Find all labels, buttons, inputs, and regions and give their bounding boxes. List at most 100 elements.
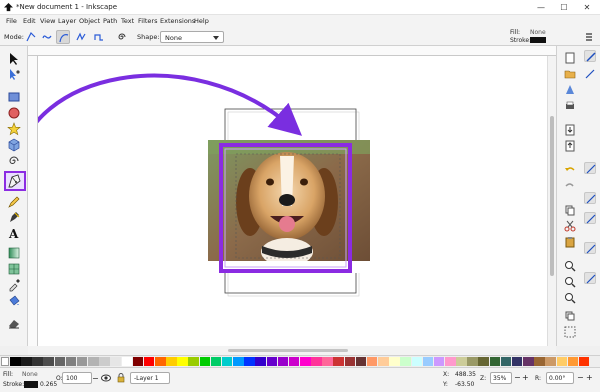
palette-swatch[interactable] — [534, 357, 545, 366]
path-effects-button[interactable] — [115, 30, 129, 44]
paraxial-mode-button[interactable] — [92, 30, 106, 44]
palette-swatch[interactable] — [467, 357, 478, 366]
menu-layer[interactable]: Layer — [58, 17, 76, 25]
palette-swatch[interactable] — [445, 357, 456, 366]
menu-text[interactable]: Text — [121, 17, 134, 25]
palette-swatch[interactable] — [177, 357, 188, 366]
undo-button[interactable] — [564, 164, 576, 176]
snap-centers-button[interactable] — [584, 242, 596, 254]
palette-swatch[interactable] — [422, 357, 434, 366]
gradient-tool[interactable] — [7, 246, 21, 260]
palette-swatch[interactable] — [233, 357, 244, 366]
rotate-cw-icon[interactable]: + — [586, 373, 593, 382]
zoom-in-icon[interactable]: + — [522, 373, 529, 382]
shape-dropdown[interactable]: None — [160, 31, 224, 43]
palette-swatch[interactable] — [266, 357, 278, 366]
commands-menu-button[interactable] — [582, 30, 596, 44]
palette-swatch[interactable] — [567, 357, 579, 366]
palette-swatch[interactable] — [511, 357, 523, 366]
3d-box-tool[interactable] — [7, 138, 21, 152]
menu-file[interactable]: File — [6, 17, 17, 25]
rotate-ccw-icon[interactable]: − — [577, 373, 584, 382]
ellipse-tool[interactable] — [7, 106, 21, 120]
palette-swatch[interactable] — [355, 357, 367, 366]
palette-swatch[interactable] — [155, 357, 166, 366]
regular-bezier-mode-button[interactable] — [24, 30, 38, 44]
mesh-tool[interactable] — [7, 262, 21, 276]
save-button[interactable] — [564, 84, 576, 96]
menu-extensions[interactable]: Extensions — [160, 17, 195, 25]
palette-swatch[interactable] — [411, 357, 423, 366]
drawing-canvas[interactable] — [16, 56, 547, 346]
paste-button[interactable] — [564, 236, 576, 248]
palette-swatch[interactable] — [143, 357, 155, 366]
palette-swatch[interactable] — [65, 357, 77, 366]
print-button[interactable] — [564, 100, 576, 112]
group-button[interactable] — [564, 326, 576, 338]
palette-swatch[interactable] — [378, 357, 389, 366]
palette-swatch[interactable] — [545, 357, 556, 366]
palette-swatch[interactable] — [344, 357, 356, 366]
palette-swatch[interactable] — [199, 357, 211, 366]
bezier-pen-tool[interactable] — [4, 171, 26, 191]
opacity-spinbox[interactable]: 100 — [62, 372, 92, 384]
palette-swatch[interactable] — [54, 357, 66, 366]
palette-swatch[interactable] — [333, 357, 344, 366]
cut-button[interactable] — [564, 220, 576, 232]
palette-swatch[interactable] — [210, 357, 222, 366]
palette-swatch[interactable] — [277, 357, 289, 366]
palette-swatch[interactable] — [32, 357, 43, 366]
palette-swatch[interactable] — [433, 357, 445, 366]
snap-toggle-button[interactable] — [584, 50, 596, 62]
minimize-button[interactable]: — — [530, 1, 552, 14]
palette-swatch[interactable] — [21, 357, 32, 366]
spiro-mode-button[interactable] — [40, 30, 54, 44]
menu-filters[interactable]: Filters — [138, 17, 157, 25]
lock-icon[interactable] — [117, 373, 125, 383]
eraser-tool[interactable] — [7, 316, 21, 330]
palette-swatch[interactable] — [523, 357, 534, 366]
palette-swatch[interactable] — [76, 357, 88, 366]
palette-swatch[interactable] — [311, 357, 322, 366]
paint-bucket-tool[interactable] — [7, 294, 21, 308]
bspline-mode-button[interactable] — [56, 30, 70, 44]
vertical-scroll-thumb[interactable] — [550, 116, 554, 276]
horizontal-scrollbar[interactable] — [28, 346, 556, 355]
eye-icon[interactable] — [101, 374, 111, 382]
palette-swatch[interactable] — [288, 357, 300, 366]
palette-swatch[interactable] — [255, 357, 266, 366]
palette-swatch[interactable] — [188, 357, 199, 366]
zoom-selection-button[interactable] — [564, 260, 576, 272]
calligraphy-tool[interactable] — [7, 210, 21, 224]
snap-paths-button[interactable] — [584, 192, 596, 204]
fill-stroke-indicator[interactable]: Fill: None Stroke: — [510, 29, 570, 45]
palette-swatch[interactable] — [10, 357, 21, 366]
palette-swatch[interactable] — [166, 357, 177, 366]
palette-swatch[interactable] — [322, 357, 333, 366]
status-stroke-width[interactable]: 0.265 — [40, 381, 57, 388]
palette-swatch[interactable] — [132, 357, 144, 366]
zoom-spinbox[interactable]: 35% — [490, 372, 512, 384]
menu-help[interactable]: Help — [194, 17, 209, 25]
dropper-tool[interactable] — [7, 278, 21, 292]
text-tool[interactable]: A — [7, 226, 21, 240]
redo-button[interactable] — [564, 180, 576, 192]
new-document-button[interactable] — [564, 52, 576, 64]
no-paint-swatch[interactable] — [1, 357, 9, 366]
zigzag-mode-button[interactable] — [74, 30, 88, 44]
duplicate-button[interactable] — [564, 310, 576, 322]
zoom-out-icon[interactable]: − — [514, 373, 521, 382]
pencil-tool[interactable] — [7, 195, 21, 209]
rotation-spinbox[interactable]: 0.00° — [546, 372, 574, 384]
palette-swatch[interactable] — [366, 357, 378, 366]
palette-swatch[interactable] — [43, 357, 54, 366]
selector-tool[interactable] — [7, 52, 21, 66]
vertical-scrollbar[interactable] — [547, 56, 556, 346]
open-button[interactable] — [564, 68, 576, 80]
export-button[interactable] — [564, 140, 576, 152]
zoom-drawing-button[interactable] — [564, 276, 576, 288]
copy-button[interactable] — [564, 204, 576, 216]
maximize-button[interactable]: ☐ — [553, 1, 575, 14]
palette-swatch[interactable] — [88, 357, 99, 366]
menu-view[interactable]: View — [40, 17, 55, 25]
